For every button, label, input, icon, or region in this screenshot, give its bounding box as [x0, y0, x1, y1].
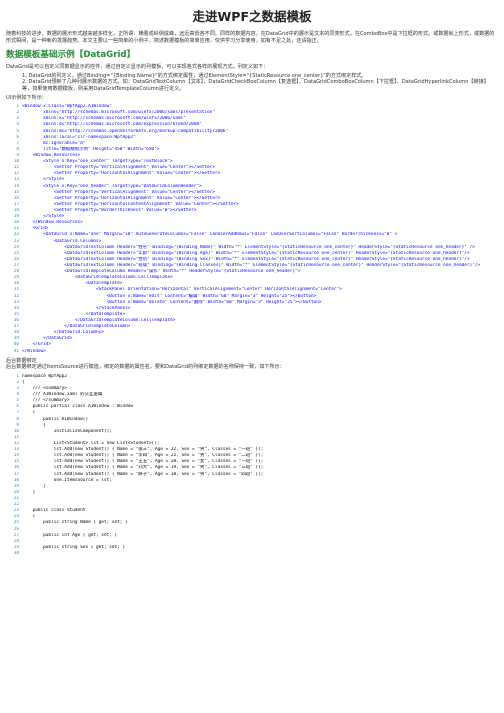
line-text: public int Age { get; set; }: [22, 532, 118, 538]
column-definition-list: 1. DataGrid的列定义，通过Binding="{Binding Name…: [6, 73, 498, 93]
line-text: </Window>: [22, 348, 46, 354]
section-description: DataGrid是可以自定义同数据显示的控件，通过自定义显示的列模板，可以实现各…: [6, 64, 269, 71]
section-title: 数据模板基础示例【DataGrid】: [6, 50, 136, 61]
csharp-code-block: 1 namespace WpfApp2 2{3 /// <summary> 4 ///…: [6, 374, 498, 557]
backend-description: 后台数据绑定通过ItemsSource进行赋值，绑定的数据的属性名，要和Data…: [6, 364, 285, 371]
article: 走进WPF之数据模板 随着科技的进步，数据的展示形式越来越多样化，正所谓：横看成…: [0, 0, 504, 713]
list-item: 2. DataGrid预制了几种列展示数据的方式，如：DataGridTextC…: [22, 79, 489, 92]
line-text: public partial class A1Window : Window: [22, 404, 134, 410]
intro-paragraph: 随着科技的进步，数据的展示形式越来越多样化，正所谓：横看成岭侧成峰，远近高低各不…: [6, 31, 495, 44]
line-text: public string Sex { get; set; }: [22, 544, 126, 550]
line-text: InitializeComponent();: [22, 428, 112, 434]
page-title: 走进WPF之数据模板: [192, 9, 312, 24]
line-number: 30: [13, 551, 19, 556]
line-text: public string Name { get; set; }: [22, 520, 128, 526]
line-number: 41: [13, 348, 19, 354]
code-line: 30: [6, 551, 498, 557]
line-text: namespace WpfApp2: [22, 373, 67, 379]
xaml-code-block: 1 <Window x:Class="WpfApp2.A1Window" 2 xml…: [6, 104, 498, 354]
code-line: 41 </Window>: [6, 349, 498, 355]
ui-caption: UI示例如下所示：: [6, 94, 47, 101]
line-text: }: [22, 489, 36, 495]
